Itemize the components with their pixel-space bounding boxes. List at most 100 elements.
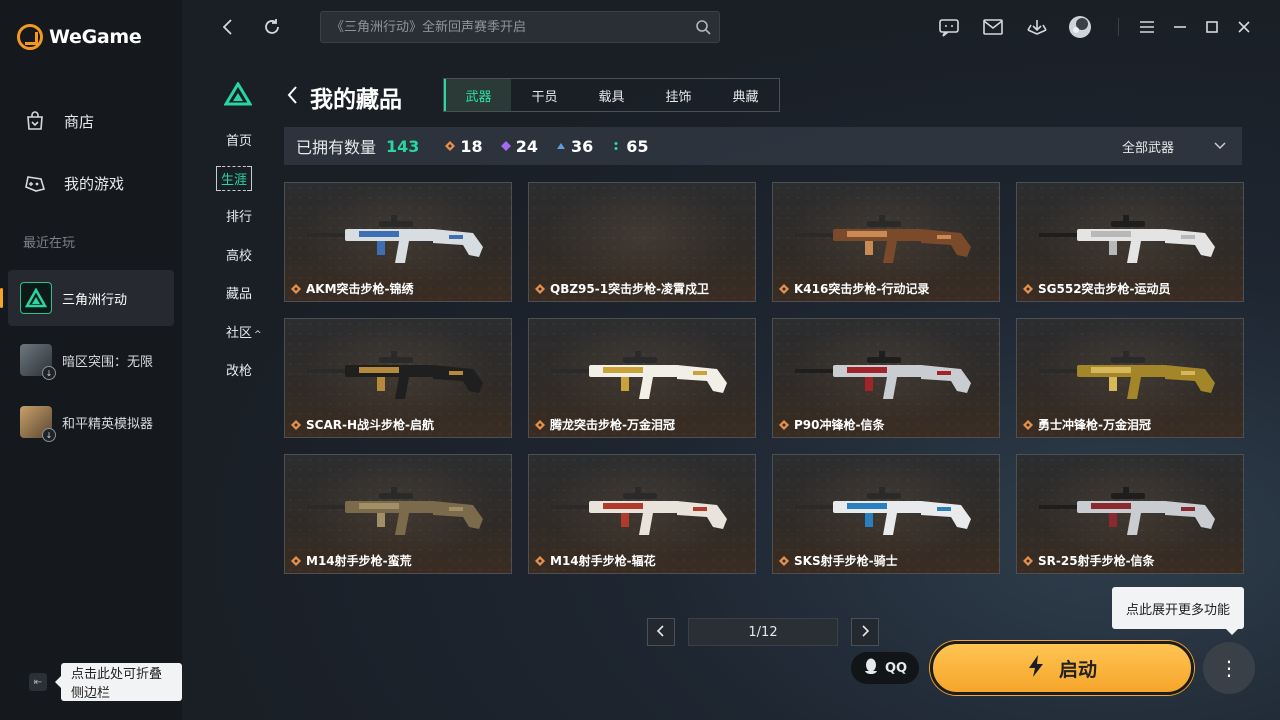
weapon-card[interactable]: SG552突击步枪-运动员 (1016, 182, 1244, 302)
game-nav-collection[interactable]: 藏品 (226, 283, 252, 302)
weapon-image (1039, 351, 1215, 399)
tab-treasures[interactable]: 典藏 (712, 79, 779, 111)
rarity-diamond-icon (779, 555, 789, 566)
rarity-diamond-icon (779, 419, 789, 430)
recent-game-delta-force[interactable]: 三角洲行动 (0, 270, 174, 326)
rarity-count-value: 24 (515, 136, 538, 156)
delta-force-icon (20, 282, 52, 314)
main-area: 首页 生涯 排行 高校 藏品 社区^ 改枪 我的藏品 武器 干员 载具 挂饰 典… (182, 0, 1280, 720)
weapon-name: SR-25射手步枪-信条 (1038, 554, 1155, 568)
mail-icon[interactable] (980, 14, 1006, 40)
weapon-image (1039, 215, 1215, 263)
tab-operators[interactable]: 干员 (511, 79, 578, 111)
search-bar[interactable] (320, 11, 720, 43)
rarity-diamond-icon (535, 555, 545, 566)
page-title: 我的藏品 (310, 87, 402, 113)
collection-back-icon[interactable] (286, 85, 298, 110)
collapse-tooltip: 点击此处可折叠侧边栏 (55, 663, 182, 701)
recent-title: 最近在玩 (23, 236, 76, 251)
collapse-sidebar-button[interactable]: ⇤ (29, 673, 47, 691)
weapon-name: 勇士冲锋枪-万金泪冠 (1038, 418, 1151, 432)
download-manager-icon[interactable] (1024, 14, 1050, 40)
weapon-name: 腾龙突击步枪-万金泪冠 (550, 418, 675, 432)
game-nav-home[interactable]: 首页 (226, 130, 252, 149)
lightning-icon (1027, 654, 1045, 683)
stats-bar: 已拥有数量 143 18 24 36 65 全部武器 (284, 127, 1242, 165)
search-input[interactable] (331, 19, 691, 35)
weapon-name: M14射手步枪-辐花 (550, 554, 656, 568)
weapon-card[interactable]: AKM突击步枪-锦绣 (284, 182, 512, 302)
weapon-card[interactable]: 勇士冲锋枪-万金泪冠 (1016, 318, 1244, 438)
weapon-card[interactable]: K416突击步枪-行动记录 (772, 182, 1000, 302)
more-options-button[interactable]: ⋮ (1203, 642, 1255, 694)
tab-weapons[interactable]: 武器 (444, 79, 511, 111)
rarity-diamond-icon (535, 419, 545, 430)
weapon-card[interactable]: SR-25射手步枪-信条 (1016, 454, 1244, 574)
weapon-name: SKS射手步枪-骑士 (794, 554, 898, 568)
search-icon[interactable] (695, 19, 711, 39)
recent-game-peace-elite[interactable]: ↓ 和平精英模拟器 (8, 394, 174, 450)
next-page-button[interactable] (851, 618, 879, 646)
more-functions-tooltip: 点此展开更多功能 (1112, 587, 1245, 635)
game-nav-ranking[interactable]: 排行 (226, 206, 252, 225)
game-nav-career[interactable]: 生涯 (215, 166, 253, 191)
refresh-icon[interactable] (259, 14, 285, 40)
qq-penguin-icon (863, 657, 879, 679)
delta-force-logo-icon (223, 81, 253, 110)
collection-tabs: 武器 干员 载具 挂饰 典藏 (443, 78, 780, 112)
launch-button[interactable]: 启动 (930, 641, 1194, 695)
sidebar-item-my-games[interactable]: 我的游戏 (22, 170, 124, 196)
minimize-icon[interactable] (1167, 14, 1193, 40)
tab-vehicles[interactable]: 载具 (578, 79, 645, 111)
chevron-up-icon: ^ (254, 330, 262, 340)
menu-icon[interactable] (1134, 14, 1160, 40)
prev-page-button[interactable] (647, 618, 675, 646)
rarity-diamond-icon (779, 283, 789, 294)
user-avatar[interactable] (1067, 14, 1093, 40)
weapon-card[interactable]: SKS射手步枪-骑士 (772, 454, 1000, 574)
weapon-card[interactable]: P90冲锋枪-信条 (772, 318, 1000, 438)
weapon-card-label: K416突击步枪-行动记录 (779, 280, 929, 297)
weapon-card-label: AKM突击步枪-锦绣 (291, 280, 414, 297)
vertical-dots-icon: ⋮ (1219, 656, 1239, 680)
weapon-name: SG552突击步枪-运动员 (1038, 282, 1171, 296)
rarity-diamond-icon (291, 283, 301, 294)
owned-total: 143 (386, 136, 420, 156)
maximize-icon[interactable] (1199, 14, 1225, 40)
weapon-card[interactable]: QBZ95-1突击步枪-凌霄戍卫 (528, 182, 756, 302)
gamepad-icon (22, 170, 48, 196)
weapon-image (795, 487, 971, 535)
weapon-image (551, 487, 727, 535)
rarity-count-value: 18 (460, 136, 483, 156)
tab-charms[interactable]: 挂饰 (645, 79, 712, 111)
recent-game-label: 暗区突围：无限 (62, 354, 154, 370)
download-icon: ↓ (42, 428, 56, 442)
weapon-card[interactable]: M14射手步枪-辐花 (528, 454, 756, 574)
weapon-card[interactable]: M14射手步枪-蛮荒 (284, 454, 512, 574)
sidebar-item-store[interactable]: 商店 (22, 108, 94, 134)
chevron-left-icon (656, 624, 665, 640)
qq-login-button[interactable]: QQ (851, 652, 919, 684)
rarity-count-green: 65 (611, 137, 648, 156)
game-nav-college[interactable]: 高校 (226, 245, 252, 264)
weapon-grid: AKM突击步枪-锦绣 QBZ95-1突击步枪-凌霄戍卫 K416突击步枪-行动记录 S… (284, 182, 1244, 574)
game-nav-community[interactable]: 社区 ^ (226, 322, 262, 341)
weapon-card[interactable]: 腾龙突击步枪-万金泪冠 (528, 318, 756, 438)
weapon-image (307, 487, 483, 535)
launch-label: 启动 (1058, 658, 1097, 681)
weapon-filter-dropdown[interactable]: 全部武器 (1122, 137, 1226, 156)
wegame-logo[interactable]: WeGame (17, 24, 142, 50)
back-icon[interactable] (215, 14, 241, 40)
weapon-card[interactable]: SCAR-H战斗步枪-启航 (284, 318, 512, 438)
weapon-card-label: SCAR-H战斗步枪-启航 (291, 416, 434, 433)
close-icon[interactable] (1231, 14, 1257, 40)
shopping-bag-icon (22, 108, 48, 134)
dots-green-icon (614, 142, 618, 150)
rarity-diamond-icon (1023, 419, 1033, 430)
game-nav-gunsmith[interactable]: 改枪 (226, 360, 252, 379)
peace-elite-icon: ↓ (20, 406, 56, 442)
recent-game-arena-breakout[interactable]: ↓ 暗区突围：无限 (8, 332, 174, 388)
weapon-card-label: 腾龙突击步枪-万金泪冠 (535, 416, 675, 433)
weapon-name: K416突击步枪-行动记录 (794, 282, 930, 296)
chat-icon[interactable] (936, 14, 962, 40)
